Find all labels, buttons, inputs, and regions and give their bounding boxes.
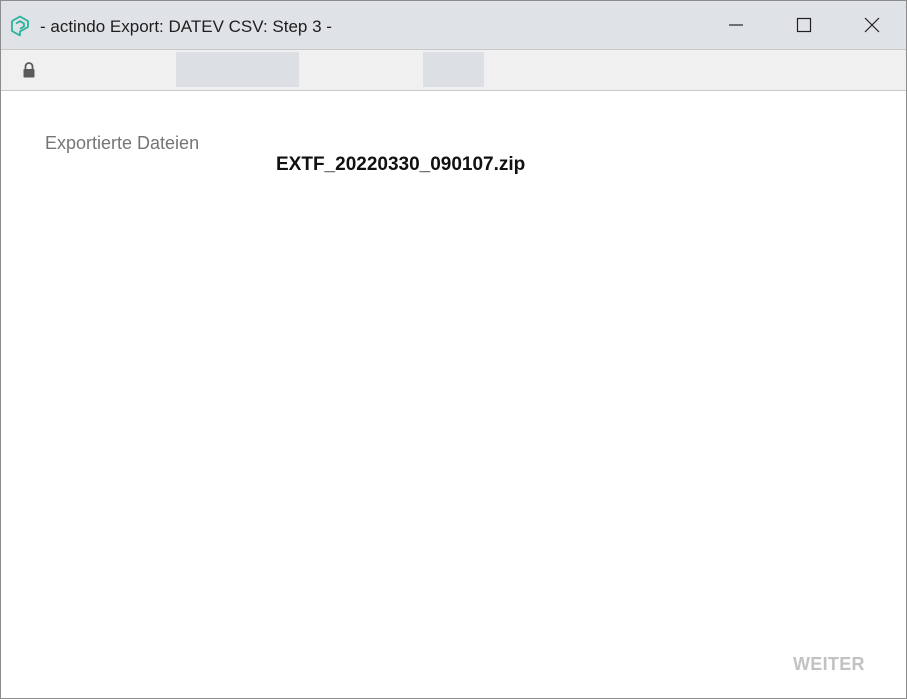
address-bar: [1, 49, 906, 91]
next-button[interactable]: WEITER: [793, 654, 865, 675]
exported-file-link[interactable]: EXTF_20220330_090107.zip: [276, 154, 525, 176]
redacted-url-segment: [176, 52, 299, 87]
export-dialog-window: - actindo Export: DATEV CSV: Step 3 - Ex…: [0, 0, 907, 699]
minimize-button[interactable]: [702, 1, 770, 49]
lock-icon[interactable]: [21, 61, 37, 79]
close-button[interactable]: [838, 1, 906, 49]
title-bar[interactable]: - actindo Export: DATEV CSV: Step 3 -: [1, 1, 906, 49]
exported-files-label: Exportierte Dateien: [45, 133, 200, 153]
redacted-url-segment: [423, 52, 484, 87]
dialog-content: Exportierte Dateien EXTF_20220330_090107…: [1, 91, 906, 698]
maximize-icon: [796, 17, 812, 33]
actindo-logo-icon: [11, 15, 29, 37]
minimize-icon: [729, 24, 743, 26]
window-title: - actindo Export: DATEV CSV: Step 3 -: [40, 17, 332, 36]
close-icon: [864, 17, 880, 33]
maximize-button[interactable]: [770, 1, 838, 49]
